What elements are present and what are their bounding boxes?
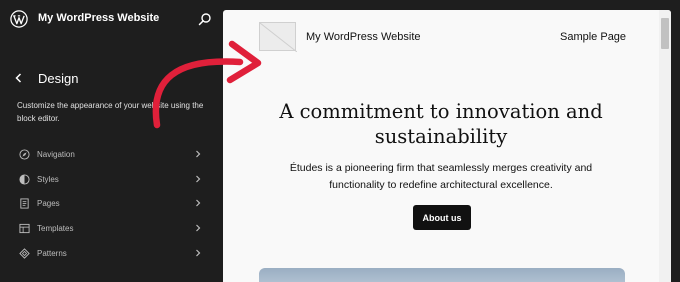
- sidebar-item-label: Pages: [37, 199, 60, 209]
- logo-placeholder-icon: [259, 22, 298, 53]
- navigation-icon: [19, 149, 30, 160]
- wordpress-logo-icon[interactable]: [10, 10, 28, 28]
- design-description: Customize the appearance of your website…: [17, 101, 204, 123]
- site-logo-placeholder[interactable]: [259, 22, 298, 53]
- sidebar-item-styles[interactable]: Styles: [0, 167, 222, 192]
- hero-paragraph: Études is a pioneering firm that seamles…: [289, 162, 593, 191]
- sidebar-item-pages[interactable]: Pages: [0, 191, 222, 216]
- chevron-right-icon: [196, 150, 201, 158]
- sidebar-item-label: Templates: [37, 223, 74, 233]
- sidebar-topbar: My WordPress Website: [0, 0, 222, 38]
- chevron-right-icon: [196, 175, 201, 183]
- chevron-left-icon[interactable]: [12, 71, 26, 85]
- chevron-right-icon: [196, 249, 201, 257]
- site-title[interactable]: My WordPress Website: [38, 12, 159, 24]
- site-editor-sidebar: My WordPress Website Design Customize th…: [0, 0, 222, 282]
- preview-site-header: My WordPress Website Sample Page: [223, 10, 659, 62]
- design-title: Design: [38, 70, 79, 86]
- chevron-right-icon: [196, 199, 201, 207]
- styles-icon: [19, 173, 30, 185]
- about-us-button[interactable]: About us: [413, 205, 471, 230]
- sidebar-item-label: Patterns: [37, 248, 67, 258]
- preview-scrollbar[interactable]: [659, 10, 671, 282]
- site-preview-canvas[interactable]: My WordPress Website Sample Page A commi…: [223, 10, 671, 282]
- sidebar-item-label: Styles: [37, 174, 59, 184]
- templates-icon: [19, 223, 30, 233]
- chevron-right-icon: [196, 224, 201, 232]
- search-icon[interactable]: [198, 12, 212, 26]
- sidebar-item-patterns[interactable]: Patterns: [0, 241, 222, 266]
- scrollbar-thumb[interactable]: [661, 18, 669, 49]
- sidebar-item-navigation[interactable]: Navigation: [0, 142, 222, 167]
- design-navigation: Navigation Styles Pages Templates Patter…: [0, 142, 222, 265]
- hero-heading: A commitment to innovation and sustainab…: [279, 100, 603, 148]
- sidebar-item-templates[interactable]: Templates: [0, 216, 222, 241]
- patterns-icon: [19, 247, 30, 259]
- nav-link-sample-page[interactable]: Sample Page: [560, 31, 626, 43]
- design-header: Design: [12, 68, 78, 88]
- preview-site-title[interactable]: My WordPress Website: [306, 31, 421, 43]
- hero-image: [259, 268, 625, 282]
- pages-icon: [20, 198, 29, 209]
- sidebar-item-label: Navigation: [37, 149, 75, 159]
